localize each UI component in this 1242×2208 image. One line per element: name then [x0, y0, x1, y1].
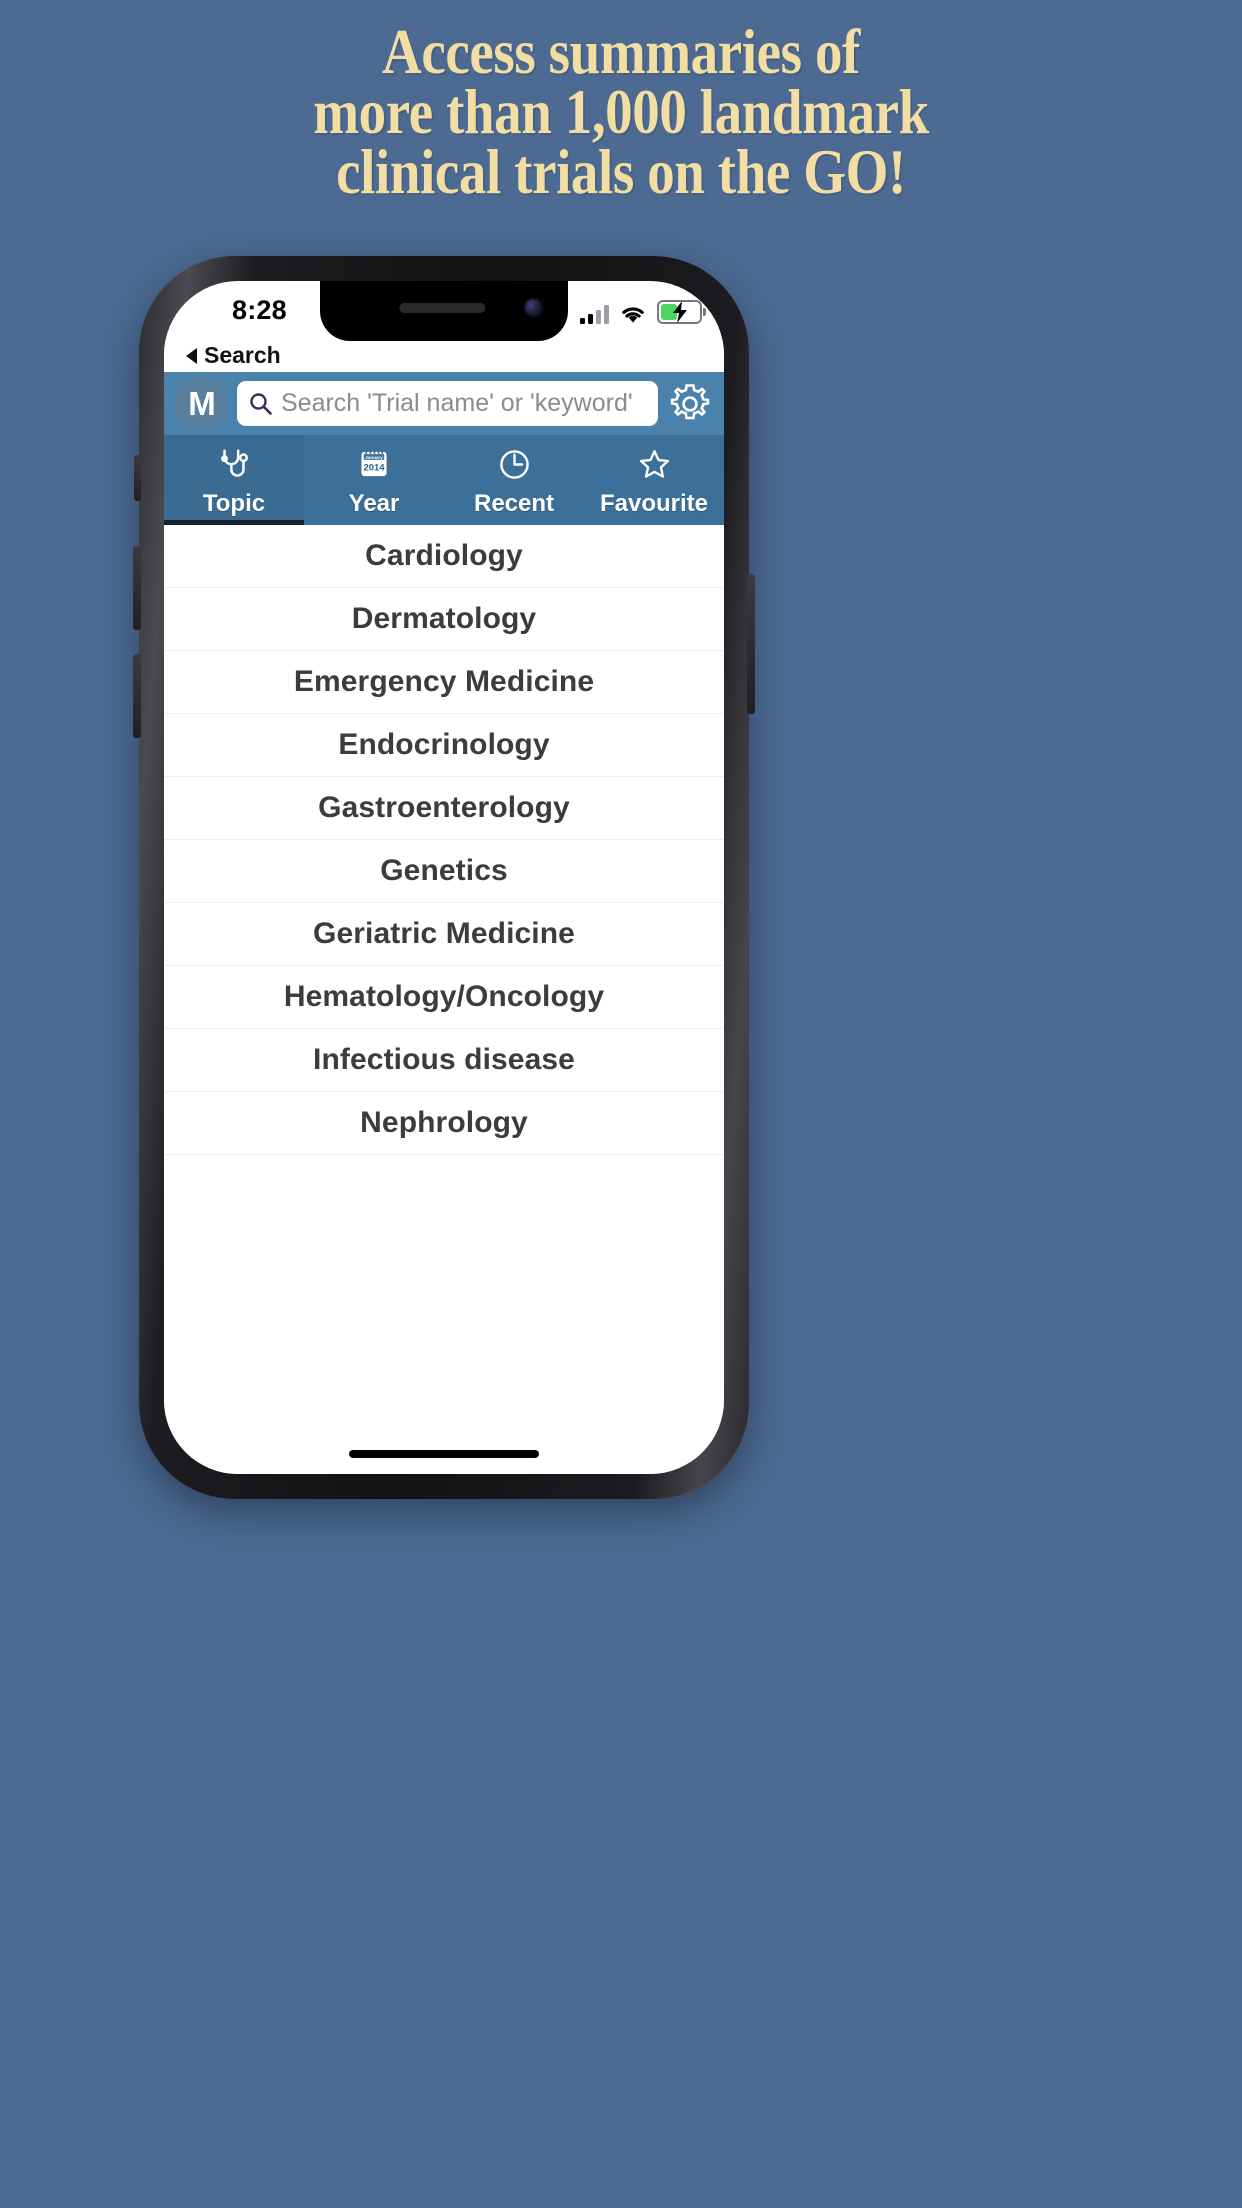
status-icons: [580, 300, 706, 324]
cellular-signal-icon: [580, 305, 609, 324]
search-input[interactable]: Search 'Trial name' or 'keyword': [237, 381, 658, 426]
tab-bar: Topic January 2014 Year Recent Favourite: [164, 435, 724, 525]
back-to-search-link[interactable]: Search: [186, 342, 281, 369]
headline-line-2: more than 1,000 landmark: [313, 76, 929, 147]
search-placeholder: Search 'Trial name' or 'keyword': [281, 389, 633, 417]
promo-headline: Access summaries of more than 1,000 land…: [0, 16, 1242, 207]
star-icon: [637, 445, 672, 483]
topic-list[interactable]: Cardiology Dermatology Emergency Medicin…: [164, 525, 724, 1474]
tab-topic-label: Topic: [202, 490, 266, 517]
topic-label: Gastroenterology: [318, 791, 570, 824]
topic-label: Geriatric Medicine: [313, 917, 575, 950]
mute-switch[interactable]: [134, 455, 141, 501]
list-item[interactable]: Gastroenterology: [164, 777, 724, 840]
volume-down-button[interactable]: [133, 654, 141, 738]
list-item[interactable]: Infectious disease: [164, 1029, 724, 1092]
status-time: 8:28: [232, 295, 287, 325]
tab-recent[interactable]: Recent: [444, 435, 584, 525]
list-item[interactable]: Hematology/Oncology: [164, 966, 724, 1029]
topic-label: Cardiology: [365, 539, 523, 572]
device-notch: [320, 281, 568, 341]
volume-up-button[interactable]: [133, 546, 141, 630]
stethoscope-icon: [216, 445, 252, 483]
tab-topic[interactable]: Topic: [164, 435, 304, 525]
list-item[interactable]: Emergency Medicine: [164, 651, 724, 714]
topic-label: Nephrology: [360, 1106, 528, 1139]
app-logo-letter: M: [188, 385, 215, 422]
tab-year-label: Year: [348, 490, 400, 517]
back-arrow-icon: [186, 347, 197, 364]
list-item[interactable]: Genetics: [164, 840, 724, 903]
phone-mockup: 8:28 Search M Search 'Trial name' or 'ke…: [133, 256, 755, 1499]
back-link-label: Search: [204, 342, 281, 368]
tab-favourite[interactable]: Favourite: [584, 435, 724, 525]
topic-label: Infectious disease: [313, 1043, 575, 1076]
home-indicator[interactable]: [349, 1450, 539, 1458]
topic-label: Genetics: [380, 854, 508, 887]
headline-line-3: clinical trials on the GO!: [336, 136, 906, 207]
list-item[interactable]: Dermatology: [164, 588, 724, 651]
topic-label: Dermatology: [351, 602, 537, 635]
earpiece-speaker: [399, 303, 486, 313]
clock-icon: [497, 445, 532, 483]
battery-charging-icon: [657, 300, 706, 324]
list-item[interactable]: Cardiology: [164, 525, 724, 588]
search-icon: [249, 392, 272, 415]
back-row: Search: [164, 339, 724, 372]
svg-text:2014: 2014: [363, 462, 385, 473]
tab-year[interactable]: January 2014 Year: [304, 435, 444, 525]
calendar-icon: January 2014: [357, 445, 391, 483]
phone-screen: 8:28 Search M Search 'Trial name' or 'ke…: [164, 281, 724, 1474]
tab-favourite-label: Favourite: [599, 490, 709, 517]
svg-text:January: January: [365, 455, 383, 460]
headline-line-1: Access summaries of: [382, 16, 860, 87]
wifi-icon: [620, 305, 646, 324]
power-button[interactable]: [747, 574, 755, 714]
list-item[interactable]: Nephrology: [164, 1092, 724, 1155]
list-item[interactable]: Endocrinology: [164, 714, 724, 777]
tab-recent-label: Recent: [473, 490, 555, 517]
topic-label: Endocrinology: [338, 728, 550, 761]
front-camera: [525, 299, 542, 316]
app-header: M Search 'Trial name' or 'keyword': [164, 372, 724, 435]
topic-label: Emergency Medicine: [293, 665, 595, 698]
gear-icon[interactable]: [666, 380, 714, 428]
app-logo[interactable]: M: [175, 377, 227, 430]
topic-label: Hematology/Oncology: [283, 980, 605, 1013]
list-item[interactable]: Geriatric Medicine: [164, 903, 724, 966]
